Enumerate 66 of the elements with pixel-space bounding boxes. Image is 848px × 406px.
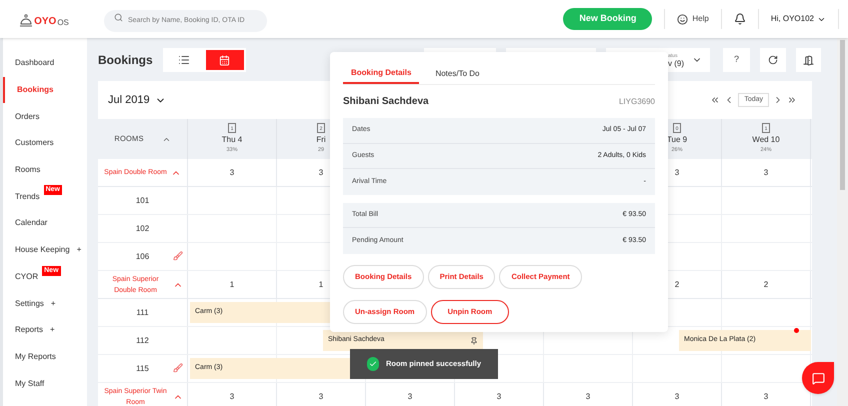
room-number: 115: [136, 362, 149, 374]
calendar-icon: [219, 54, 230, 66]
availability-count: 3: [408, 390, 412, 402]
availability-count: 3: [586, 390, 590, 402]
availability-count: 3: [674, 390, 680, 402]
popup-tab[interactable]: Notes/To Do: [427, 63, 488, 84]
day-label: Tue 9: [666, 134, 688, 146]
day-label: Fri: [316, 134, 326, 146]
popup-tab[interactable]: Booking Details: [343, 63, 420, 84]
availability-count: 3: [764, 166, 768, 178]
room-number: 101: [136, 194, 150, 206]
sidebar-item[interactable]: Customers: [3, 130, 87, 157]
availability-count: 3: [230, 390, 234, 402]
user-menu[interactable]: Hi, OYO102: [770, 13, 826, 25]
month-picker[interactable]: Jul 2019: [108, 92, 166, 108]
day-label: Wed 10: [752, 134, 780, 146]
page-title: Bookings: [98, 52, 153, 69]
sidebar-item[interactable]: House Keeping +: [3, 236, 87, 264]
success-icon: [367, 357, 379, 371]
chat-icon: [812, 372, 824, 384]
availability-count: 3: [764, 390, 768, 402]
sidebar-item[interactable]: Reports +: [3, 316, 87, 344]
cloche-icon: [19, 14, 34, 28]
search-icon: [114, 12, 123, 22]
refresh-button[interactable]: [760, 48, 786, 72]
availability-count: 3: [230, 166, 234, 178]
expand-sign: +: [50, 298, 56, 310]
room-number: 106: [136, 250, 150, 262]
availability-count: 3: [496, 390, 502, 402]
availability-count: 2: [764, 278, 768, 290]
availability-count: 3: [318, 390, 324, 402]
booking-id: LIYG3690: [618, 96, 655, 108]
previous-month-icon[interactable]: [710, 95, 720, 105]
help-button[interactable]: Help: [677, 13, 709, 25]
bell-icon[interactable]: [734, 13, 746, 25]
filter-value: v (9): [668, 60, 684, 68]
sidebar-item[interactable]: Orders: [3, 103, 87, 130]
day-label: Thu 4: [222, 134, 242, 146]
sidebar-item[interactable]: Calendar: [3, 210, 87, 237]
sidebar-item[interactable]: My Staff: [3, 370, 87, 397]
help-button[interactable]: ?: [723, 48, 750, 72]
next-month-icon[interactable]: [787, 95, 797, 105]
logo-suffix: OS: [57, 16, 69, 28]
sidebar-item[interactable]: Dashboard: [3, 50, 87, 77]
expand-sign: +: [50, 324, 55, 336]
guest-name: Shibani Sachdeva: [343, 95, 429, 109]
availability-count: 2: [674, 278, 680, 290]
room-number: 102: [136, 222, 150, 234]
calendar-view-button[interactable]: [206, 50, 244, 70]
exit-door-button[interactable]: [796, 48, 821, 72]
sidebar-item[interactable]: My Reports: [3, 344, 87, 370]
face-icon: [677, 14, 688, 24]
availability-count: 1: [318, 278, 324, 290]
refresh-icon: [768, 55, 778, 65]
sidebar-item[interactable]: Bookings: [3, 76, 87, 104]
availability-count: 3: [674, 166, 680, 178]
availability-count: 1: [230, 278, 234, 290]
expand-sign: +: [76, 244, 82, 256]
sidebar-item[interactable]: Rooms: [3, 156, 87, 184]
door-icon: [803, 54, 814, 66]
sidebar-item[interactable]: Settings +: [3, 290, 87, 317]
logo-brand: OYO: [34, 14, 56, 28]
room-number: 112: [136, 334, 149, 346]
room-number: 111: [136, 306, 149, 318]
chat-button[interactable]: [802, 362, 834, 394]
availability-count: 3: [318, 166, 324, 178]
